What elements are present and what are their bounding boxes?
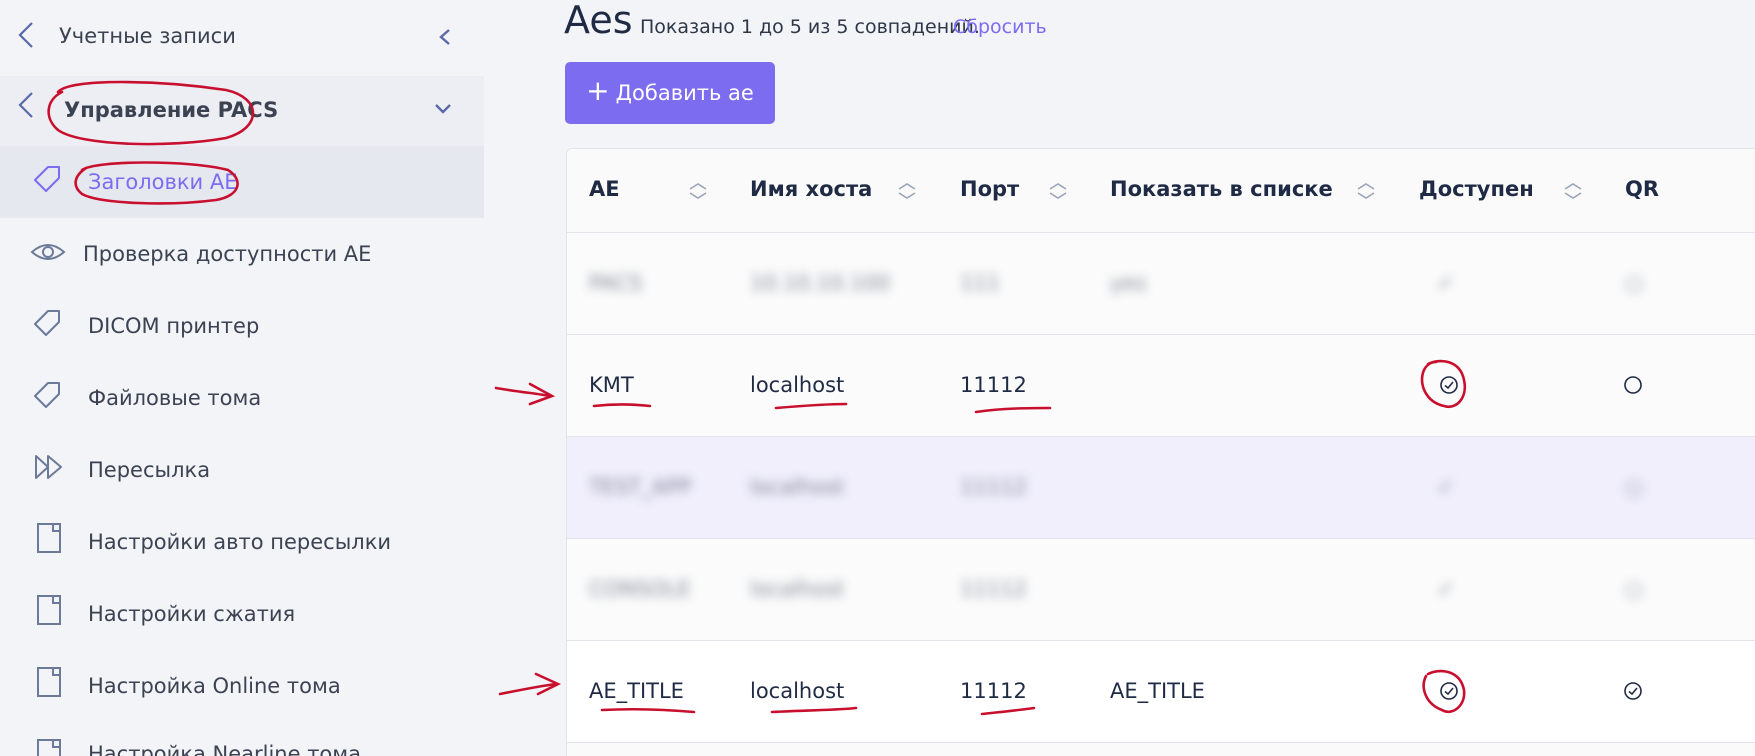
- sidebar-item-label: Настройка Online тома: [88, 674, 341, 698]
- sidebar-item-ae-check[interactable]: Проверка доступности AE: [0, 218, 484, 290]
- table-row[interactable]: AE_TITLE localhost 11112 AE_TITLE: [567, 641, 1755, 743]
- document-icon: [36, 522, 62, 554]
- tag-icon: [32, 308, 62, 338]
- sidebar-item-auto-forward[interactable]: Настройки авто пересылки: [0, 506, 484, 578]
- sort-icon[interactable]: [687, 183, 709, 203]
- cell-hostname: localhost: [750, 679, 845, 703]
- sidebar-item-label: Файловые тома: [88, 386, 262, 410]
- check-circle-icon: [1623, 681, 1643, 706]
- table-row[interactable]: CONSOLE localhost 11112 ✓ ○: [567, 539, 1755, 641]
- check-circle-icon: [1439, 375, 1459, 400]
- sort-icon[interactable]: [1047, 183, 1069, 203]
- cell-hostname: localhost: [750, 577, 845, 601]
- ae-table: AE Имя хоста Порт Показать в списке Дост…: [566, 148, 1755, 756]
- sort-icon[interactable]: [1562, 183, 1584, 203]
- cell-hostname: localhost: [750, 373, 845, 397]
- cell-available: ✓: [1437, 271, 1455, 295]
- column-header-show-in-list[interactable]: Показать в списке: [1110, 177, 1333, 201]
- cell-port: 111: [960, 271, 1001, 295]
- sidebar-item-compression[interactable]: Настройки сжатия: [0, 578, 484, 650]
- sidebar-item-accounts[interactable]: Учетные записи: [0, 0, 484, 76]
- column-header-ae[interactable]: AE: [589, 177, 620, 201]
- cell-available: ✓: [1437, 475, 1455, 499]
- sidebar-item-forwarding[interactable]: Пересылка: [0, 434, 484, 506]
- sidebar-item-online-volume[interactable]: Настройка Online тома: [0, 650, 484, 722]
- cell-qr: ○: [1625, 271, 1644, 295]
- cell-show-in-list: AE_TITLE: [1110, 679, 1205, 703]
- tag-icon: [32, 164, 62, 194]
- chevron-down-icon[interactable]: [432, 98, 454, 120]
- cell-port: 11112: [960, 373, 1027, 397]
- sort-icon[interactable]: [1355, 183, 1377, 203]
- reset-link[interactable]: Сбросить: [953, 16, 1047, 38]
- sidebar-item-label: Учетные записи: [59, 24, 236, 48]
- main-content: Aes Показано 1 до 5 из 5 совпадений. Сбр…: [484, 0, 1755, 756]
- results-summary: Показано 1 до 5 из 5 совпадений.: [640, 16, 980, 38]
- sidebar-item-label: Заголовки AE: [88, 170, 238, 194]
- check-circle-icon: [1439, 681, 1459, 706]
- sidebar-item-nearline-volume[interactable]: Настройка Nearline тома: [0, 722, 484, 756]
- sidebar-item-label: Пересылка: [88, 458, 211, 482]
- column-header-available[interactable]: Доступен: [1419, 177, 1534, 201]
- sort-icon[interactable]: [896, 183, 918, 203]
- cell-port: 11112: [960, 679, 1027, 703]
- cell-port: 11112: [960, 475, 1027, 499]
- document-icon: [36, 666, 62, 698]
- tag-icon: [32, 380, 62, 410]
- cell-qr: ○: [1625, 475, 1644, 499]
- cell-port: 11112: [960, 577, 1027, 601]
- document-icon: [36, 738, 62, 756]
- table-header: AE Имя хоста Порт Показать в списке Дост…: [567, 149, 1755, 233]
- collapse-chevron-icon[interactable]: [436, 24, 454, 50]
- sidebar-item-label: Настройки сжатия: [88, 602, 296, 626]
- sidebar-item-pacs[interactable]: Управление PACS: [0, 76, 484, 146]
- circle-empty-icon: [1623, 375, 1643, 400]
- column-header-hostname[interactable]: Имя хоста: [750, 177, 872, 201]
- cell-ae: CONSOLE: [589, 577, 691, 601]
- cell-ae: PACS: [589, 271, 643, 295]
- add-ae-button[interactable]: + Добавить ae: [565, 62, 775, 124]
- cell-show-in-list: yes: [1110, 271, 1147, 295]
- cell-ae: TEST_APP: [589, 475, 692, 499]
- plus-icon: +: [586, 74, 610, 107]
- sidebar-item-label: Настройки авто пересылки: [88, 530, 392, 554]
- page-title: Aes: [564, 0, 633, 42]
- sidebar-item-label: Управление PACS: [64, 98, 279, 122]
- cell-hostname: localhost: [750, 475, 845, 499]
- cell-ae: AE_TITLE: [589, 679, 684, 703]
- table-row[interactable]: TEST_APP localhost 11112 ✓ ○: [567, 437, 1755, 539]
- chevron-left-icon: [14, 90, 36, 120]
- sidebar-item-label: DICOM принтер: [88, 314, 260, 338]
- sidebar-item-file-volumes[interactable]: Файловые тома: [0, 362, 484, 434]
- cell-hostname: 10.10.10.100: [750, 271, 891, 295]
- fast-forward-icon: [34, 454, 64, 480]
- cell-available: ✓: [1437, 577, 1455, 601]
- sidebar-item-dicom-printer[interactable]: DICOM принтер: [0, 290, 484, 362]
- sidebar-item-ae-titles[interactable]: Заголовки AE: [0, 146, 484, 218]
- cell-qr: ○: [1625, 577, 1644, 601]
- add-ae-button-label: Добавить ae: [615, 81, 754, 105]
- sidebar-item-label: Проверка доступности AE: [83, 242, 372, 266]
- cell-ae: KMT: [589, 373, 634, 397]
- column-header-qr[interactable]: QR: [1625, 177, 1659, 201]
- document-icon: [36, 594, 62, 626]
- eye-icon: [30, 240, 66, 264]
- sidebar-item-label: Настройка Nearline тома: [88, 742, 361, 756]
- column-header-port[interactable]: Порт: [960, 177, 1019, 201]
- table-row[interactable]: PACS 10.10.10.100 111 yes ✓ ○: [567, 233, 1755, 335]
- table-row[interactable]: KMT localhost 11112: [567, 335, 1755, 437]
- chevron-left-icon: [14, 20, 36, 50]
- sidebar: Учетные записи Управление PACS Заголовки…: [0, 0, 484, 756]
